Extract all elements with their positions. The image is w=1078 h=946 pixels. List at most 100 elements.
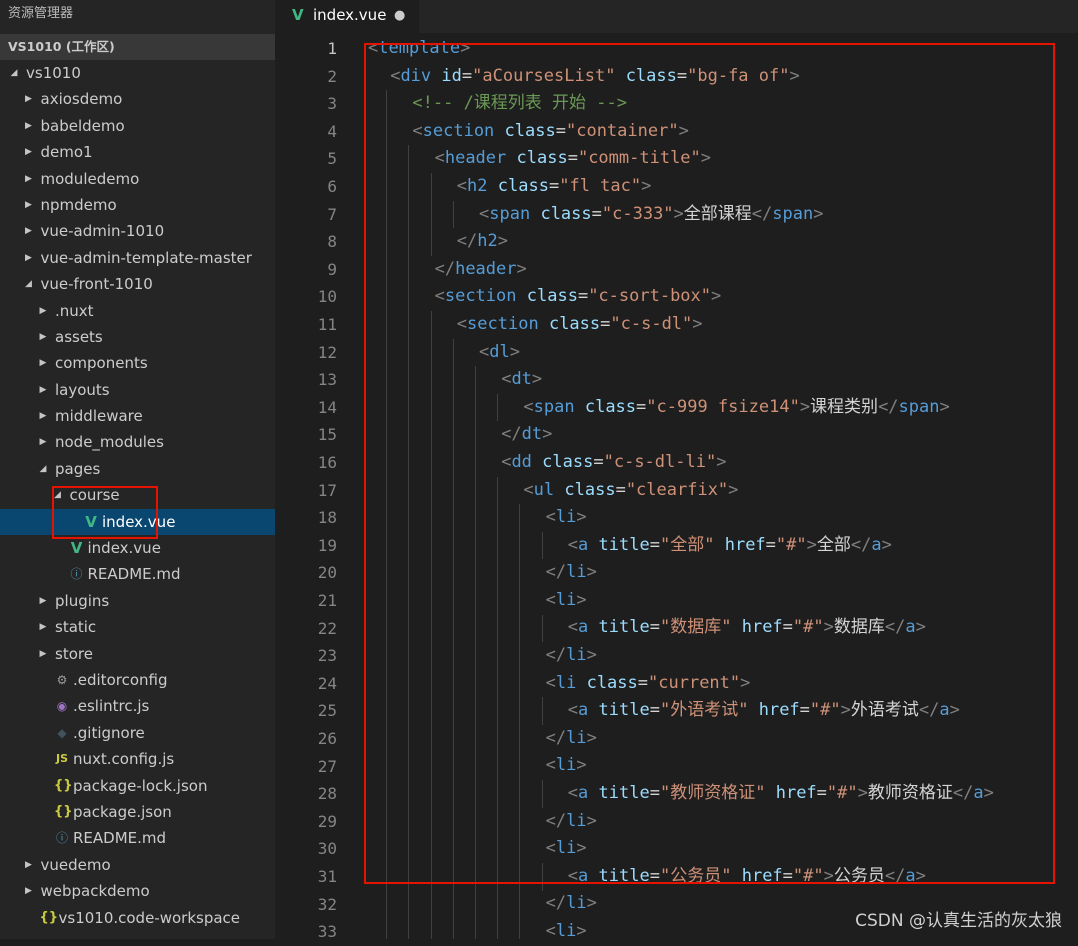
chevron-right-icon[interactable]: ▶	[23, 113, 35, 139]
code-token: li	[566, 893, 587, 914]
json-icon: {}	[54, 777, 73, 793]
line-number: 32	[317, 894, 337, 914]
tree-item-label: middleware	[55, 407, 143, 426]
tree-file[interactable]: ◆ .gitignore	[0, 720, 275, 746]
chevron-right-icon[interactable]: ▶	[23, 86, 35, 112]
tree-folder[interactable]: ▶ webpackdemo	[0, 878, 275, 904]
tree-file[interactable]: {} package.json	[0, 799, 275, 825]
tree-folder[interactable]: ▶ babeldemo	[0, 113, 275, 139]
line-number: 5	[327, 149, 337, 169]
gear-icon: ⚙	[56, 672, 68, 687]
chevron-right-icon[interactable]: ▶	[37, 588, 49, 614]
tree-folder[interactable]: ▶ .nuxt	[0, 298, 275, 324]
chevron-right-icon[interactable]: ▶	[23, 192, 35, 218]
tree-item-label: vs1010	[26, 64, 81, 82]
tree-folder[interactable]: ◢ vue-front-1010	[0, 271, 275, 297]
chevron-right-icon[interactable]: ▶	[23, 218, 35, 244]
indent-guide	[408, 918, 410, 939]
line-number: 13	[317, 370, 337, 390]
tree-file[interactable]: ⓘ README.md	[0, 561, 275, 587]
tree-item-label: node_modules	[55, 433, 164, 452]
chevron-right-icon[interactable]: ▶	[37, 429, 49, 455]
line-number: 16	[317, 453, 337, 472]
tree-folder[interactable]: ◢ pages	[0, 456, 275, 482]
line-number: 20	[317, 563, 337, 583]
eslint-icon: ◉	[56, 699, 68, 714]
indent-guide	[519, 890, 521, 919]
tree-folder[interactable]: ▶ assets	[0, 324, 275, 350]
tree-item-label: .gitignore	[73, 723, 145, 742]
line-number: 22	[317, 618, 337, 638]
tree-folder[interactable]: ▶ vuedemo	[0, 852, 275, 878]
indent-guide	[452, 918, 454, 939]
chevron-right-icon[interactable]: ▶	[23, 878, 35, 904]
chevron-right-icon[interactable]: ▶	[23, 166, 35, 192]
indent-guide	[430, 918, 432, 939]
chevron-down-icon[interactable]: ◢	[23, 271, 35, 297]
chevron-right-icon[interactable]: ▶	[37, 350, 49, 376]
tree-file[interactable]: ◉ .eslintrc.js	[0, 693, 275, 719]
line-number: 17	[317, 480, 337, 500]
tree-item-label: demo1	[40, 143, 93, 162]
chevron-right-icon[interactable]: ▶	[23, 139, 35, 165]
chevron-right-icon[interactable]: ▶	[37, 324, 49, 350]
explorer-title: 资源管理器	[8, 6, 74, 21]
chevron-right-icon[interactable]: ▶	[37, 298, 49, 324]
line-number: 6	[327, 177, 337, 196]
line-number: 30	[317, 839, 337, 859]
code-token: >	[576, 921, 587, 939]
indent-guide	[497, 890, 499, 919]
chevron-down-icon[interactable]: ◢	[8, 60, 20, 86]
tree-file[interactable]: ⓘ README.md	[0, 825, 275, 851]
line-number: 7	[327, 204, 337, 224]
indent-guide	[386, 918, 388, 939]
tree-file[interactable]: {} vs1010.code-workspace	[0, 905, 275, 931]
line-number: 21	[317, 591, 337, 610]
tree-folder[interactable]: ▶ npmdemo	[0, 192, 275, 218]
tree-item-label: vue-admin-template-master	[40, 248, 252, 267]
chevron-right-icon[interactable]: ▶	[23, 852, 35, 878]
tree-item-label: nuxt.config.js	[73, 750, 175, 769]
tree-folder[interactable]: ▶ plugins	[0, 588, 275, 614]
tree-folder[interactable]: ▶ static	[0, 614, 275, 640]
line-number: 27	[317, 756, 337, 776]
tree-folder[interactable]: ▶ layouts	[0, 377, 275, 403]
tree-folder[interactable]: ▶ middleware	[0, 403, 275, 429]
tree-folder[interactable]: ▶ moduledemo	[0, 166, 275, 192]
chevron-down-icon[interactable]: ◢	[37, 456, 49, 482]
tree-file[interactable]: {} package-lock.json	[0, 773, 275, 799]
tree-folder[interactable]: ▶ vue-admin-1010	[0, 218, 275, 244]
chevron-right-icon[interactable]: ▶	[37, 614, 49, 640]
unsaved-dot-icon[interactable]: ●	[394, 0, 405, 31]
tree-file[interactable]: JS nuxt.config.js	[0, 746, 275, 772]
chevron-right-icon[interactable]: ▶	[23, 245, 35, 271]
tree-item-label: vuedemo	[40, 855, 111, 874]
tab-index-vue[interactable]: V index.vue ●	[275, 0, 419, 33]
chevron-right-icon[interactable]: ▶	[37, 403, 49, 429]
indent-guide	[497, 918, 499, 939]
tree-item-label: vs1010.code-workspace	[58, 908, 241, 927]
tree-folder[interactable]: ▶ demo1	[0, 139, 275, 165]
tree-item-label: README.md	[73, 829, 167, 848]
workspace-header[interactable]: VS1010 (工作区)	[0, 34, 275, 60]
tree-folder[interactable]: ▶ axiosdemo	[0, 86, 275, 112]
tree-item-label: pages	[55, 459, 101, 478]
tree-item-label: plugins	[55, 591, 110, 610]
tree-folder[interactable]: ▶ store	[0, 641, 275, 667]
tree-item-label: package-lock.json	[73, 776, 208, 795]
tree-item-label: axiosdemo	[40, 90, 123, 109]
tree-folder[interactable]: ▶ components	[0, 350, 275, 376]
indent-guide	[519, 918, 521, 939]
line-number: 28	[317, 784, 337, 804]
line-number: 12	[317, 342, 337, 362]
line-number: 8	[327, 232, 337, 252]
chevron-right-icon[interactable]: ▶	[37, 641, 49, 667]
line-number: 29	[317, 811, 337, 831]
indent-guide	[475, 918, 476, 939]
tree-file[interactable]: ⚙ .editorconfig	[0, 667, 275, 693]
tree-folder[interactable]: ▶ vue-admin-template-master	[0, 245, 275, 271]
chevron-right-icon[interactable]: ▶	[37, 377, 49, 403]
tree-folder[interactable]: ◢ vs1010	[0, 60, 275, 86]
vue-icon: V	[292, 6, 304, 24]
tree-folder[interactable]: ▶ node_modules	[0, 429, 275, 455]
